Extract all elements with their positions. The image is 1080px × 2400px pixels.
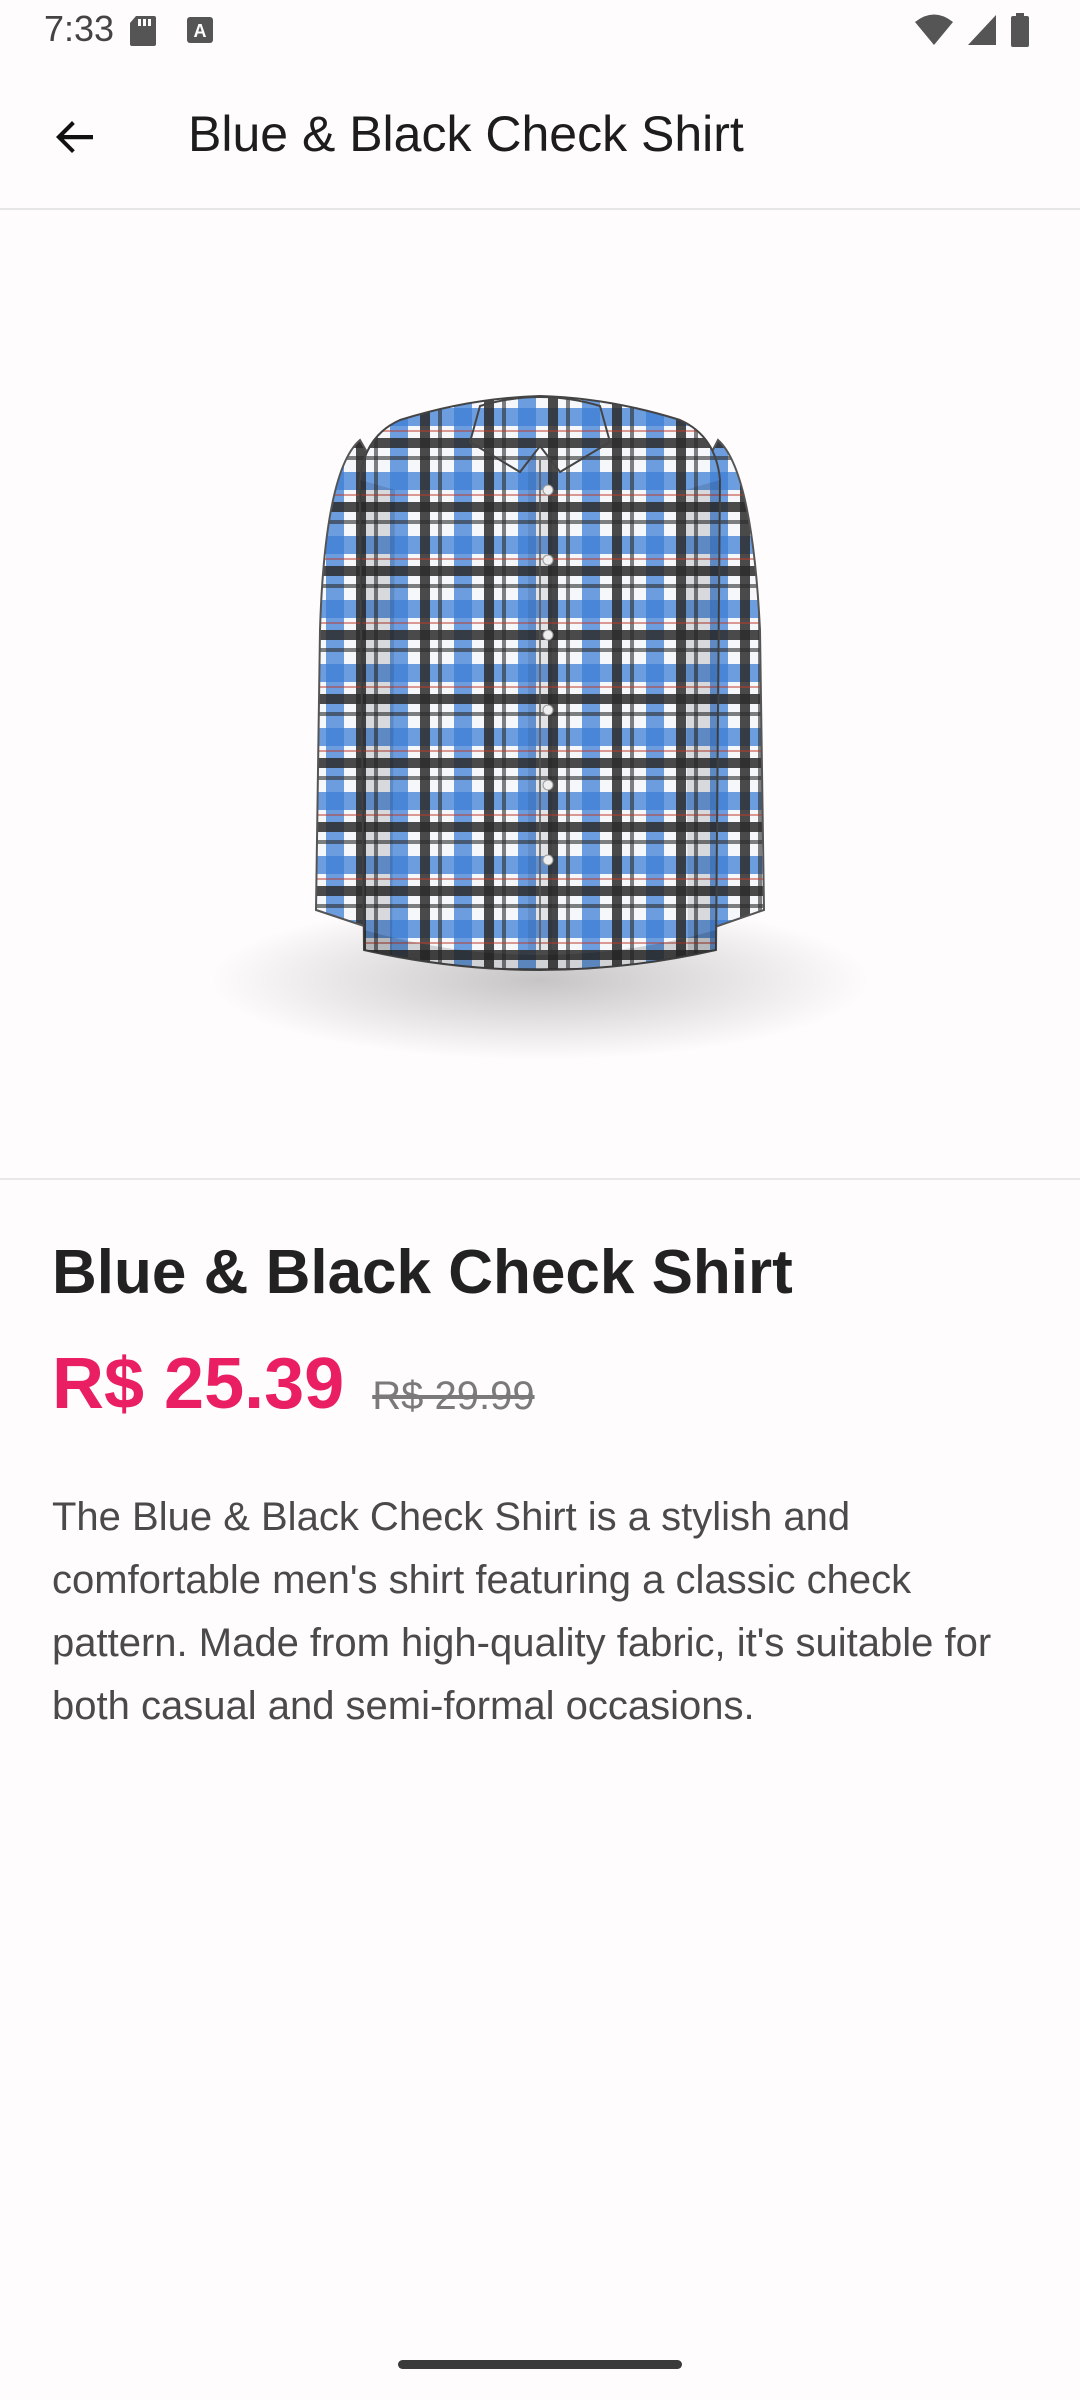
- product-title: Blue & Black Check Shirt: [52, 1238, 793, 1307]
- app-bar: Blue & Black Check Shirt: [0, 62, 1080, 210]
- sd-card-icon: [128, 14, 158, 53]
- shirt-illustration: [210, 394, 870, 1060]
- status-bar: 7:33 A: [0, 0, 1080, 62]
- price-row: R$ 25.39 R$ 29.99: [52, 1348, 1032, 1420]
- signal-icon: [966, 13, 998, 52]
- keyboard-a-icon: A: [186, 16, 214, 49]
- product-image[interactable]: [0, 210, 1080, 1180]
- home-indicator[interactable]: [398, 2360, 682, 2369]
- product-description: The Blue & Black Check Shirt is a stylis…: [52, 1495, 992, 1729]
- current-price: R$ 25.39: [52, 1344, 345, 1425]
- original-price: R$ 29.99: [372, 1374, 535, 1419]
- battery-icon: [1010, 12, 1030, 53]
- product-details: Blue & Black Check Shirt R$ 25.39 R$ 29.…: [52, 1236, 1032, 1778]
- app-bar-title: Blue & Black Check Shirt: [188, 106, 744, 162]
- back-button[interactable]: [40, 102, 110, 172]
- svg-text:A: A: [194, 21, 207, 41]
- status-time: 7:33: [44, 8, 115, 49]
- wifi-icon: [914, 13, 954, 52]
- arrow-back-icon: [56, 121, 93, 153]
